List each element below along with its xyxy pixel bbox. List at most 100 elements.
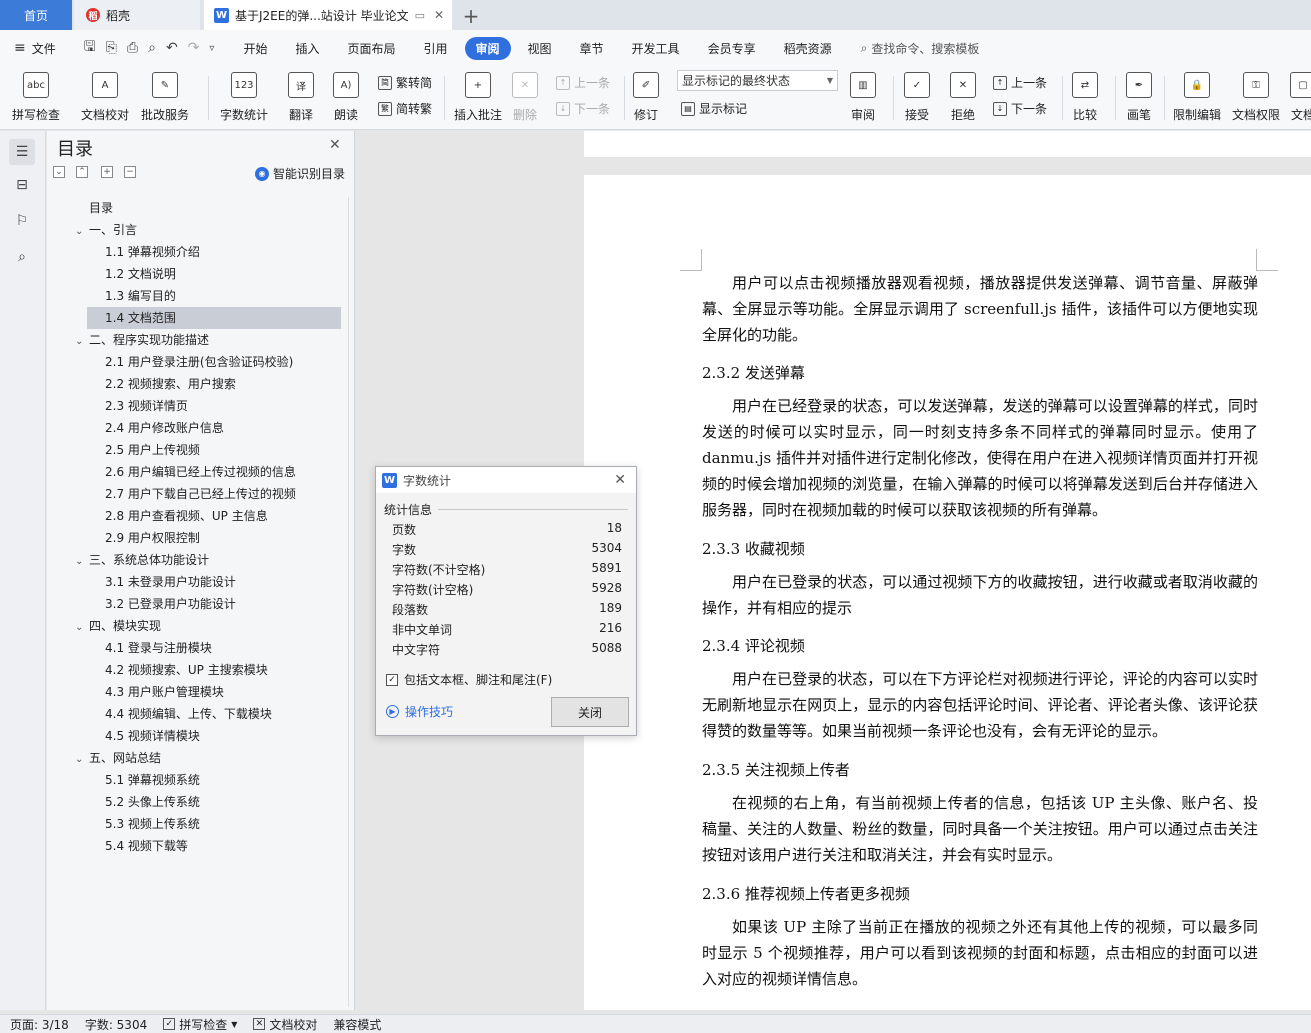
toc-item[interactable]: 4.3 用户账户管理模块 [47, 681, 224, 703]
toc-item[interactable]: 2.9 用户权限控制 [47, 527, 200, 549]
translate-button[interactable]: 译翻译 [288, 72, 314, 123]
tab-home[interactable]: 首页 [0, 0, 72, 30]
restrict-edit-button[interactable]: 🔒 限制编辑 [1173, 72, 1221, 123]
menu-tab-8[interactable]: 会员专享 [697, 37, 767, 60]
toc-item[interactable]: 3.1 未登录用户功能设计 [47, 571, 236, 593]
toc-item[interactable]: 2.4 用户修改账户信息 [47, 417, 224, 439]
close-button[interactable]: 关闭 [551, 697, 629, 727]
toc-item[interactable]: 2.6 用户编辑已经上传过视频的信息 [47, 461, 296, 483]
toc-item[interactable]: 4.5 视频详情模块 [47, 725, 200, 747]
toc-item[interactable]: 2.7 用户下载自己已经上传过的视频 [47, 483, 296, 505]
new-tab-button[interactable]: + [460, 4, 482, 28]
insert-comment-button[interactable]: + 插入批注 [454, 72, 502, 123]
close-icon[interactable]: ✕ [614, 472, 626, 488]
menu-tab-6[interactable]: 章节 [569, 37, 615, 60]
toc-item[interactable]: 2.2 视频搜索、用户搜索 [47, 373, 236, 395]
menu-tab-4[interactable]: 审阅 [464, 36, 511, 60]
customize-toolbar-icon[interactable]: ▿ [209, 43, 214, 54]
tab-daoke[interactable]: 稻 稻壳 [74, 0, 200, 30]
menu-tab-3[interactable]: 引用 [412, 37, 458, 60]
toc-item[interactable]: 5.3 视频上传系统 [47, 813, 200, 835]
trad-to-simp-button[interactable]: 简繁转简 [378, 74, 432, 91]
bookmark-icon[interactable]: ⚐ [12, 211, 32, 231]
show-markup-button[interactable]: ▤ 显示标记 [681, 100, 747, 117]
word-count-indicator[interactable]: 字数: 5304 [85, 1016, 147, 1033]
dialog-titlebar[interactable]: W 字数统计 ✕ [376, 467, 636, 493]
read-aloud-button[interactable]: A) 朗读 [333, 72, 359, 123]
compare-button[interactable]: ⇄ 比较 [1072, 72, 1098, 123]
close-tab-icon[interactable]: ✕ [434, 8, 444, 22]
toc-item[interactable]: 4.2 视频搜索、UP 主搜索模块 [47, 659, 268, 681]
collapse-all-icon[interactable]: ⌄ [53, 166, 65, 178]
toc-item[interactable]: ⌄ 二、程序实现功能描述 [47, 329, 209, 351]
toc-item[interactable]: 1.1 弹幕视频介绍 [47, 241, 200, 263]
search-icon[interactable]: ⌕ [12, 247, 32, 267]
chevron-down-icon[interactable]: ⌄ [75, 749, 89, 771]
track-changes-button[interactable]: ✐ 修订 [633, 72, 659, 123]
toc-item[interactable]: 5.1 弹幕视频系统 [47, 769, 200, 791]
toc-item[interactable]: ⌄ 一、引言 [47, 219, 137, 241]
doc-proof-button[interactable]: A 文档校对 [81, 72, 129, 123]
close-icon[interactable]: ✕ [329, 137, 341, 153]
spellcheck-button[interactable]: abc 拼写检查 [12, 72, 60, 123]
toc-item[interactable]: 2.8 用户查看视频、UP 主信息 [47, 505, 268, 527]
print-preview-icon[interactable]: ⌕ [148, 40, 156, 56]
toc-item[interactable]: 2.1 用户登录注册(包含验证码校验) [47, 351, 293, 373]
toc-panel-icon[interactable]: ☰ [9, 139, 35, 165]
page-indicator[interactable]: 页面: 3/18 [10, 1016, 69, 1033]
remove-entry-icon[interactable]: − [124, 166, 136, 178]
pen-button[interactable]: ✒ 画笔 [1126, 72, 1152, 123]
spellcheck-toggle[interactable]: ✓ 拼写检查 ▼ [163, 1016, 237, 1033]
menu-tab-9[interactable]: 稻壳资源 [773, 37, 843, 60]
command-search[interactable]: ⌕ 查找命令、搜索模板 [861, 40, 980, 57]
toc-item[interactable]: ⌄ 五、网站总结 [47, 747, 161, 769]
menu-tab-5[interactable]: 视图 [517, 37, 563, 60]
toc-item[interactable]: 5.4 视频下载等 [47, 835, 188, 857]
markup-state-select[interactable]: 显示标记的最终状态 ▼ [677, 70, 838, 91]
tab-document[interactable]: W 基于J2EE的弹...站设计 毕业论文 ▭ ✕ [204, 0, 452, 30]
redo-icon[interactable]: ↷ [188, 40, 200, 56]
expand-all-icon[interactable]: ⌃ [76, 166, 88, 178]
accept-button[interactable]: ✓ 接受 [904, 72, 930, 123]
toc-item[interactable]: 4.1 登录与注册模块 [47, 637, 212, 659]
toc-item[interactable]: 1.2 文档说明 [47, 263, 176, 285]
menu-tab-7[interactable]: 开发工具 [621, 37, 691, 60]
review-pane-button[interactable]: ▥ 审阅 [850, 72, 876, 123]
reject-button[interactable]: ✕ 拒绝 [950, 72, 976, 123]
add-entry-icon[interactable]: + [101, 166, 113, 178]
toc-item[interactable]: 2.5 用户上传视频 [47, 439, 200, 461]
toc-item[interactable]: ⌄ 四、模块实现 [47, 615, 161, 637]
chevron-down-icon[interactable]: ⌄ [75, 551, 89, 573]
menu-tab-2[interactable]: 页面布局 [336, 37, 406, 60]
smart-toc-button[interactable]: ◉ 智能识别目录 [255, 165, 345, 182]
export-pdf-icon[interactable]: ⎘ [106, 40, 117, 56]
monitor-icon[interactable]: ▭ [415, 9, 425, 22]
doc-more-button[interactable]: ▢ 文档 [1290, 72, 1311, 123]
toc-item[interactable]: 1.4 文档范围 [87, 307, 341, 329]
chevron-down-icon[interactable]: ⌄ [75, 221, 89, 243]
print-icon[interactable]: ⎙ [127, 40, 138, 56]
chevron-down-icon[interactable]: ⌄ [75, 331, 89, 353]
toc-item[interactable]: 目录 [47, 197, 113, 219]
toc-item[interactable]: 4.4 视频编辑、上传、下载模块 [47, 703, 272, 725]
tips-link[interactable]: ▶ 操作技巧 [386, 703, 453, 720]
chevron-down-icon[interactable]: ⌄ [75, 617, 89, 639]
toc-item[interactable]: 5.2 头像上传系统 [47, 791, 200, 813]
menu-tab-0[interactable]: 开始 [232, 37, 278, 60]
simp-to-trad-button[interactable]: 繁简转繁 [378, 100, 432, 117]
next-change-button[interactable]: ↓ 下一条 [993, 100, 1047, 117]
prev-comment-button[interactable]: ↑ 上一条 [556, 74, 610, 91]
file-menu[interactable]: ≡ 文件 [14, 40, 56, 57]
delete-comment-button[interactable]: ✕ 删除 [512, 72, 538, 123]
toc-item[interactable]: 1.3 编写目的 [47, 285, 176, 307]
next-comment-button[interactable]: ↓ 下一条 [556, 100, 610, 117]
doc-permission-button[interactable]: ⚿ 文档权限 [1232, 72, 1280, 123]
include-textbox-checkbox[interactable]: ✓ 包括文本框、脚注和尾注(F) [386, 671, 552, 688]
word-count-button[interactable]: 123 字数统计 [220, 72, 268, 123]
toc-item[interactable]: 3.2 已登录用户功能设计 [47, 593, 236, 615]
undo-icon[interactable]: ↶ [166, 40, 178, 56]
doc-proof-toggle[interactable]: ✕ 文档校对 [253, 1016, 317, 1033]
toc-item[interactable]: ⌄ 三、系统总体功能设计 [47, 549, 209, 571]
save-icon[interactable]: 🖫 [84, 36, 96, 60]
chapter-nav-icon[interactable]: ⊟ [12, 175, 32, 195]
